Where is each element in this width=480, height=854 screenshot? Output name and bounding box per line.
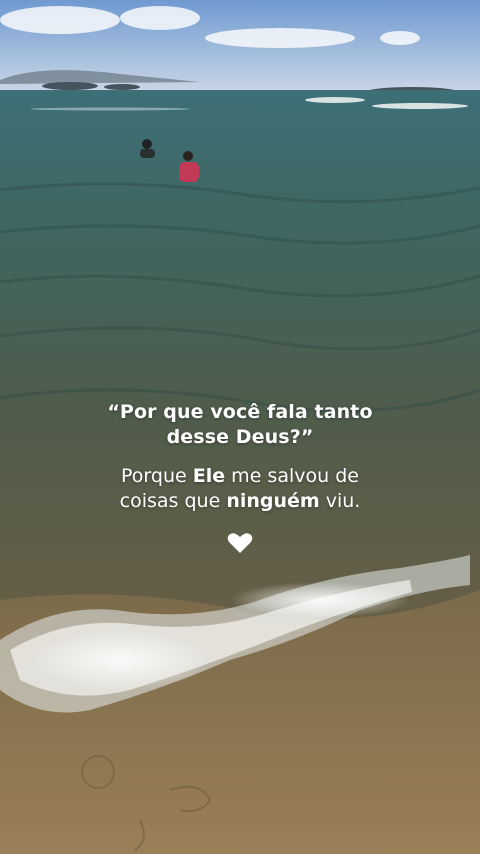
answer-text: viu. bbox=[319, 490, 361, 512]
sea bbox=[0, 90, 480, 650]
question-line-1: “Por que você fala tanto bbox=[107, 401, 373, 423]
answer-bold: ninguém bbox=[226, 490, 320, 512]
answer-line-2: coisas que ninguém viu. bbox=[0, 489, 480, 514]
answer-text: Porque bbox=[121, 465, 193, 487]
quote-question: “Por que você fala tanto desse Deus?” bbox=[0, 400, 480, 450]
question-line-2: desse Deus?” bbox=[166, 426, 314, 448]
heart-icon bbox=[227, 533, 253, 553]
answer-bold: Ele bbox=[192, 465, 226, 487]
beach-photo-background: “Por que você fala tanto desse Deus?” Po… bbox=[0, 0, 480, 854]
answer-text: me salvou de bbox=[225, 465, 359, 487]
answer-line-1: Porque Ele me salvou de bbox=[0, 464, 480, 489]
quote-answer: Porque Ele me salvou de coisas que ningu… bbox=[0, 464, 480, 514]
answer-text: coisas que bbox=[119, 490, 227, 512]
